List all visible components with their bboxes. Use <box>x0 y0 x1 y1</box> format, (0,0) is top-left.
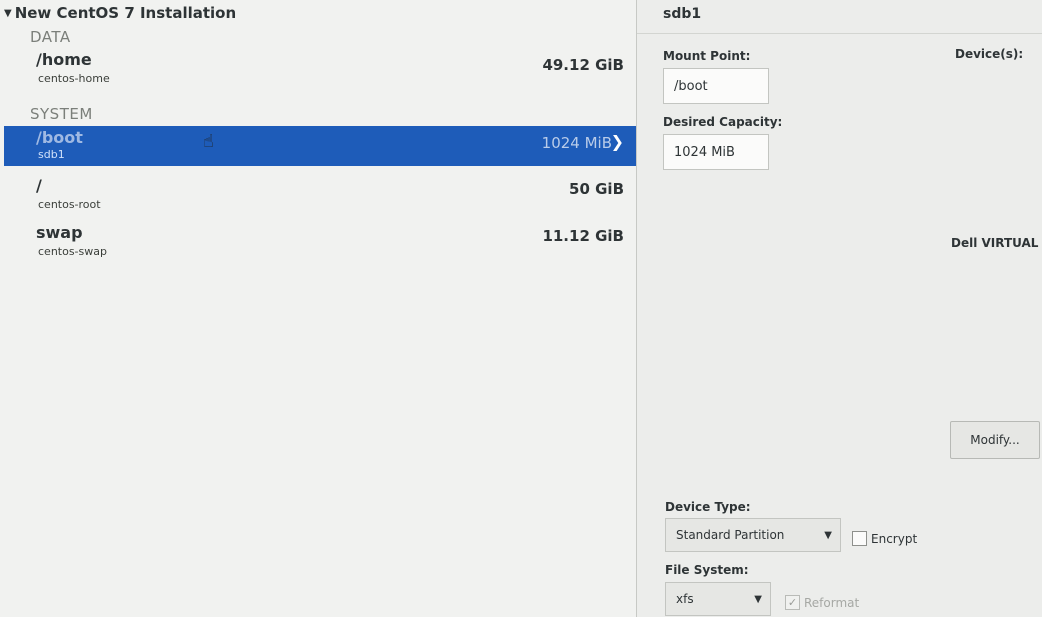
dropdown-arrow-icon: ▼ <box>754 593 762 605</box>
expander-arrow-icon[interactable]: ▼ <box>4 8 12 19</box>
installation-group-header[interactable]: ▼ New CentOS 7 Installation <box>4 4 236 22</box>
dropdown-arrow-icon: ▼ <box>824 529 832 541</box>
mount-point: /boot <box>36 128 83 147</box>
mount-point: / <box>36 176 42 195</box>
partition-size: 50 GiB <box>569 180 624 198</box>
desired-capacity-label: Desired Capacity: <box>663 115 783 129</box>
device-type-combo[interactable]: Standard Partition ▼ <box>665 518 841 552</box>
partition-size: 1024 MiB <box>541 134 612 152</box>
device-name: centos-swap <box>38 245 107 258</box>
checkbox-box[interactable] <box>852 531 867 546</box>
mount-points-panel: ▼ New CentOS 7 Installation DATA /home c… <box>0 0 637 617</box>
device-name-value: Dell VIRTUAL I <box>951 236 1042 250</box>
encrypt-label: Encrypt <box>871 531 918 546</box>
partition-size: 49.12 GiB <box>542 56 624 74</box>
file-system-combo[interactable]: xfs ▼ <box>665 582 771 616</box>
section-label-system: SYSTEM <box>30 105 93 123</box>
device-name: centos-home <box>38 72 110 85</box>
desired-capacity-input[interactable]: 1024 MiB <box>663 134 769 170</box>
installation-group-title: New CentOS 7 Installation <box>14 4 237 22</box>
mount-row-swap[interactable]: swap centos-swap 11.12 GiB <box>4 223 636 267</box>
mount-row-home[interactable]: /home centos-home 49.12 GiB <box>4 50 636 94</box>
encrypt-checkbox[interactable]: Encrypt <box>852 531 917 546</box>
partition-title: sdb1 <box>663 6 702 22</box>
mount-row-root[interactable]: / centos-root 50 GiB <box>4 176 636 220</box>
mount-point: /home <box>36 50 92 69</box>
mount-row-boot[interactable]: /boot sdb1 1024 MiB ❯ <box>4 126 636 166</box>
modify-button[interactable]: Modify... <box>950 421 1040 459</box>
reformat-label: Reformat <box>804 595 860 610</box>
partition-size: 11.12 GiB <box>542 227 624 245</box>
hand-cursor-icon: ☝ <box>203 131 214 152</box>
device-type-label: Device Type: <box>665 500 751 514</box>
reformat-checkbox[interactable]: ✓ Reformat <box>785 595 859 610</box>
file-system-value: xfs <box>676 592 694 606</box>
device-name: sdb1 <box>38 148 65 161</box>
file-system-label: File System: <box>665 563 749 577</box>
section-label-data: DATA <box>30 28 71 46</box>
mount-point-input[interactable]: /boot <box>663 68 769 104</box>
device-type-value: Standard Partition <box>676 528 785 542</box>
checkmark-icon[interactable]: ✓ <box>785 595 800 610</box>
divider <box>637 33 1042 34</box>
mount-point-label: Mount Point: <box>663 49 751 63</box>
device-name: centos-root <box>38 198 101 211</box>
mount-point: swap <box>36 223 83 242</box>
chevron-right-icon: ❯ <box>610 132 624 151</box>
devices-label: Device(s): <box>955 47 1024 61</box>
partition-details-panel: sdb1 Mount Point: /boot Desired Capacity… <box>637 0 1042 617</box>
